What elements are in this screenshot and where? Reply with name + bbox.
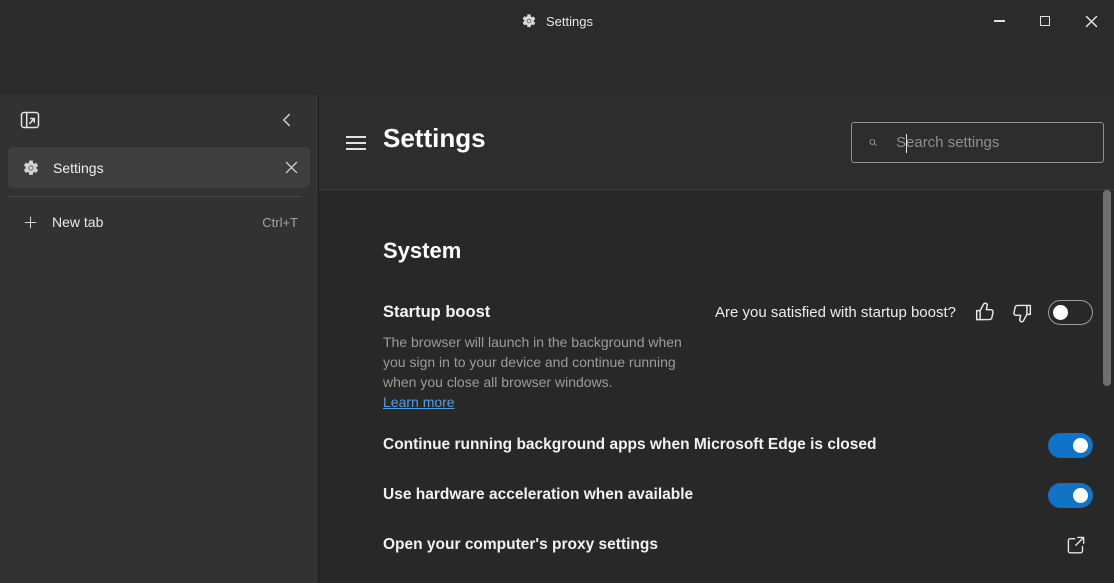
thumbs-up-icon[interactable]: [972, 300, 997, 325]
setting-row-background-apps: Continue running background apps when Mi…: [319, 423, 1114, 467]
setting-label: Open your computer's proxy settings: [383, 536, 1064, 554]
scrollbar-thumb[interactable]: [1103, 190, 1111, 386]
tab-actions-menu-button[interactable]: [18, 108, 42, 132]
setting-label: Use hardware acceleration when available: [383, 486, 1048, 504]
vertical-tabs-panel: Settings New tab Ctrl+T: [0, 95, 318, 583]
setting-row-proxy-settings[interactable]: Open your computer's proxy settings: [319, 523, 1114, 567]
startup-boost-feedback: Are you satisfied with startup boost?: [715, 298, 1093, 326]
hardware-acceleration-toggle[interactable]: [1048, 483, 1093, 508]
startup-boost-description: The browser will launch in the backgroun…: [383, 332, 695, 392]
settings-page-header: Settings: [319, 95, 1114, 190]
maximize-button[interactable]: [1022, 0, 1068, 42]
toggle-knob: [1073, 488, 1088, 503]
toggle-knob: [1053, 305, 1068, 320]
gear-icon: [22, 159, 40, 177]
collapse-sidebar-button[interactable]: [276, 109, 298, 131]
sidebar-divider: [8, 196, 302, 197]
chevron-left-icon: [276, 109, 298, 131]
tab-actions-icon: [18, 108, 42, 132]
learn-more-link[interactable]: Learn more: [383, 394, 455, 410]
hamburger-icon: [346, 136, 366, 138]
background-apps-toggle[interactable]: [1048, 433, 1093, 458]
new-tab-shortcut: Ctrl+T: [262, 215, 298, 230]
edge-browser-window: Settings: [0, 0, 1114, 583]
settings-search-box[interactable]: [851, 122, 1104, 163]
feedback-question: Are you satisfied with startup boost?: [715, 304, 956, 321]
settings-menu-button[interactable]: [346, 133, 368, 153]
close-button[interactable]: [1068, 0, 1114, 42]
setting-row-hardware-acceleration: Use hardware acceleration when available: [319, 473, 1114, 517]
tab-settings[interactable]: Settings: [8, 147, 310, 188]
search-input[interactable]: [896, 134, 1095, 151]
settings-page: Settings System Startup boost The browse…: [318, 95, 1114, 583]
maximize-icon: [1040, 16, 1050, 26]
minimize-icon: [994, 20, 1005, 21]
text-caret: [906, 134, 907, 153]
setting-label: Continue running background apps when Mi…: [383, 436, 1048, 454]
sidebar-header: [0, 95, 318, 147]
section-title-system: System: [383, 238, 461, 264]
thumbs-down-icon[interactable]: [1010, 300, 1035, 325]
gear-icon: [521, 13, 537, 29]
browser-toolbar: Edge | edge://settings/system: [0, 42, 1114, 95]
new-tab-label: New tab: [52, 214, 262, 230]
new-tab-button[interactable]: New tab Ctrl+T: [8, 203, 310, 241]
toggle-knob: [1073, 438, 1088, 453]
search-icon: [868, 133, 878, 152]
window-titlebar: Settings: [0, 0, 1114, 42]
close-icon: [1085, 15, 1098, 28]
minimize-button[interactable]: [976, 0, 1022, 42]
page-title: Settings: [383, 123, 486, 154]
plus-icon: [22, 214, 39, 231]
tab-label: Settings: [53, 160, 285, 176]
tab-title-text: Settings: [546, 14, 593, 29]
external-link-icon[interactable]: [1064, 533, 1088, 557]
window-controls: [976, 0, 1114, 42]
startup-boost-title: Startup boost: [383, 303, 490, 322]
close-tab-button[interactable]: [285, 161, 298, 174]
startup-boost-toggle[interactable]: [1048, 300, 1093, 325]
active-tab-title: Settings: [0, 0, 1114, 42]
